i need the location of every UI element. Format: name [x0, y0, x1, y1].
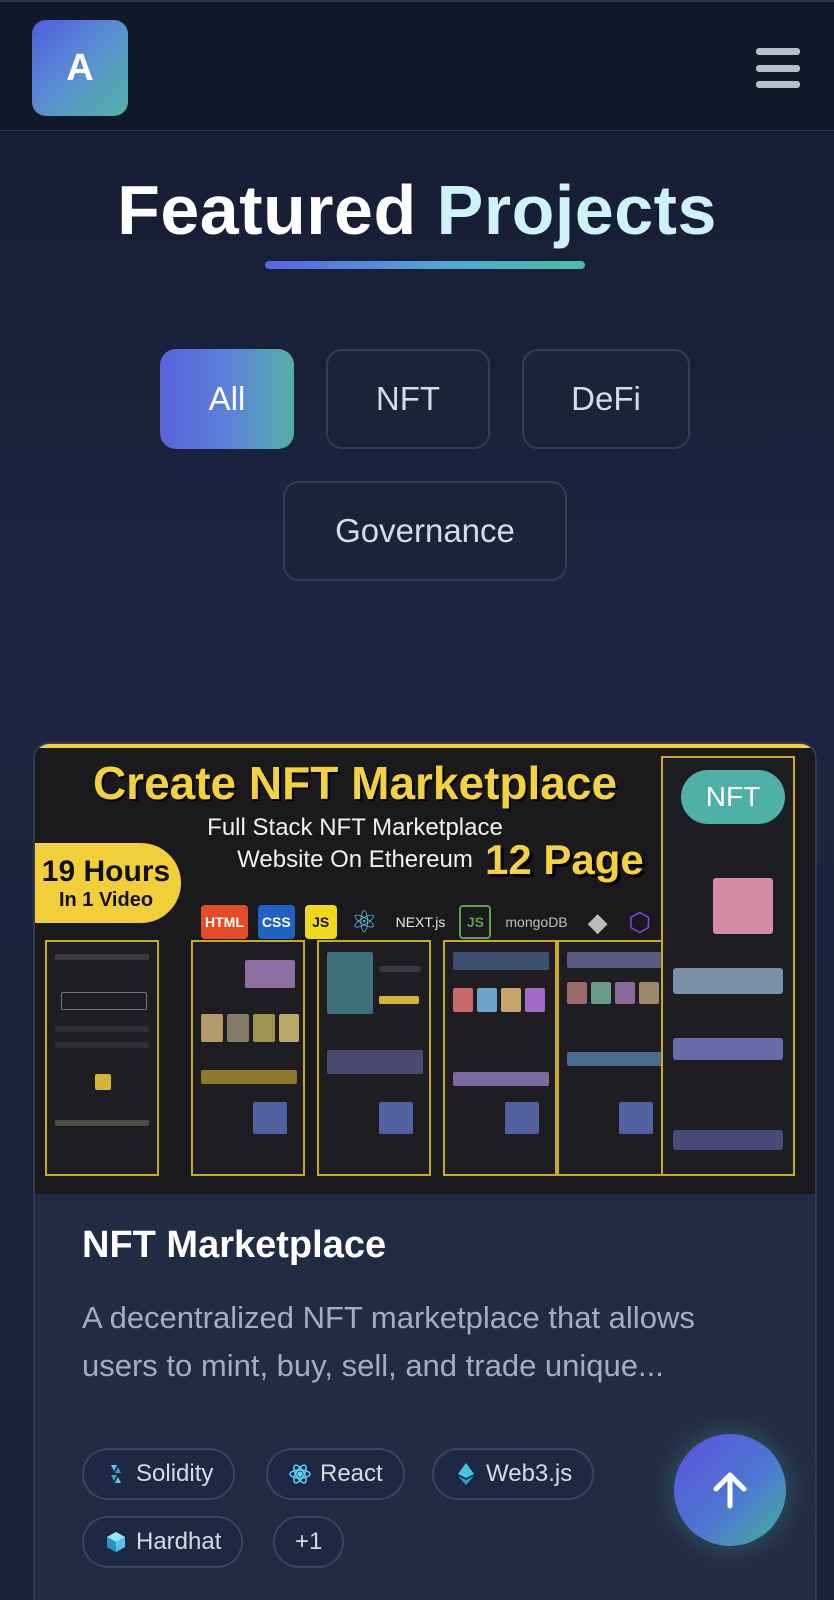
- filter-tab-all[interactable]: All: [160, 349, 294, 449]
- tag-chip-web3js: Web3.js: [432, 1448, 595, 1500]
- nodejs-icon: JS: [459, 905, 492, 939]
- ethereum-icon: ◆: [587, 906, 608, 937]
- project-title[interactable]: NFT Marketplace: [82, 1224, 386, 1267]
- nextjs-icon: NEXT.js: [395, 914, 446, 930]
- polygon-icon: ⬡: [628, 906, 651, 937]
- tag-chip-more[interactable]: +1: [273, 1516, 345, 1568]
- tag-chip-hardhat: Hardhat: [82, 1516, 244, 1568]
- mongodb-icon: mongoDB: [505, 914, 568, 930]
- category-badge: NFT: [681, 770, 785, 824]
- filter-tab-governance[interactable]: Governance: [283, 481, 567, 581]
- page-title: Featured Projects: [0, 170, 834, 250]
- tag-chip-react: React: [266, 1448, 405, 1500]
- thumbnail-pages-label: 12 Page: [485, 836, 644, 883]
- hamburger-menu-icon[interactable]: [756, 48, 800, 88]
- scroll-to-top-button[interactable]: [674, 1434, 786, 1546]
- ethereum-icon: [454, 1462, 478, 1486]
- solidity-icon: [104, 1462, 128, 1486]
- filter-tab-nft[interactable]: NFT: [326, 349, 490, 449]
- filter-tab-defi[interactable]: DeFi: [522, 349, 690, 449]
- page-title-part2: Projects: [436, 171, 717, 249]
- logo[interactable]: A: [32, 20, 128, 116]
- thumbnail-hours-badge: 19 Hours In 1 Video: [35, 843, 181, 923]
- project-thumbnail[interactable]: Create NFT Marketplace Full Stack NFT Ma…: [35, 744, 815, 1194]
- html5-icon: HTML: [201, 905, 248, 939]
- thumbnail-tech-logos: HTML CSS JS ⚛ NEXT.js JS mongoDB ◆ ⬡: [201, 900, 681, 944]
- thumbnail-headline: Create NFT Marketplace: [92, 757, 618, 809]
- project-description: A decentralized NFT marketplace that all…: [82, 1300, 695, 1383]
- tag-chip-solidity: Solidity: [82, 1448, 236, 1500]
- react-icon: [288, 1462, 312, 1486]
- css3-icon: CSS: [257, 905, 295, 939]
- arrow-up-icon: [713, 1472, 747, 1509]
- javascript-icon: JS: [304, 905, 337, 939]
- title-underline: [265, 261, 585, 269]
- hardhat-icon: [104, 1530, 128, 1554]
- react-icon: ⚛: [350, 905, 378, 939]
- page-title-part1: Featured: [117, 171, 417, 249]
- app-header: A: [0, 0, 834, 131]
- thumbnail-screens: [45, 940, 671, 1176]
